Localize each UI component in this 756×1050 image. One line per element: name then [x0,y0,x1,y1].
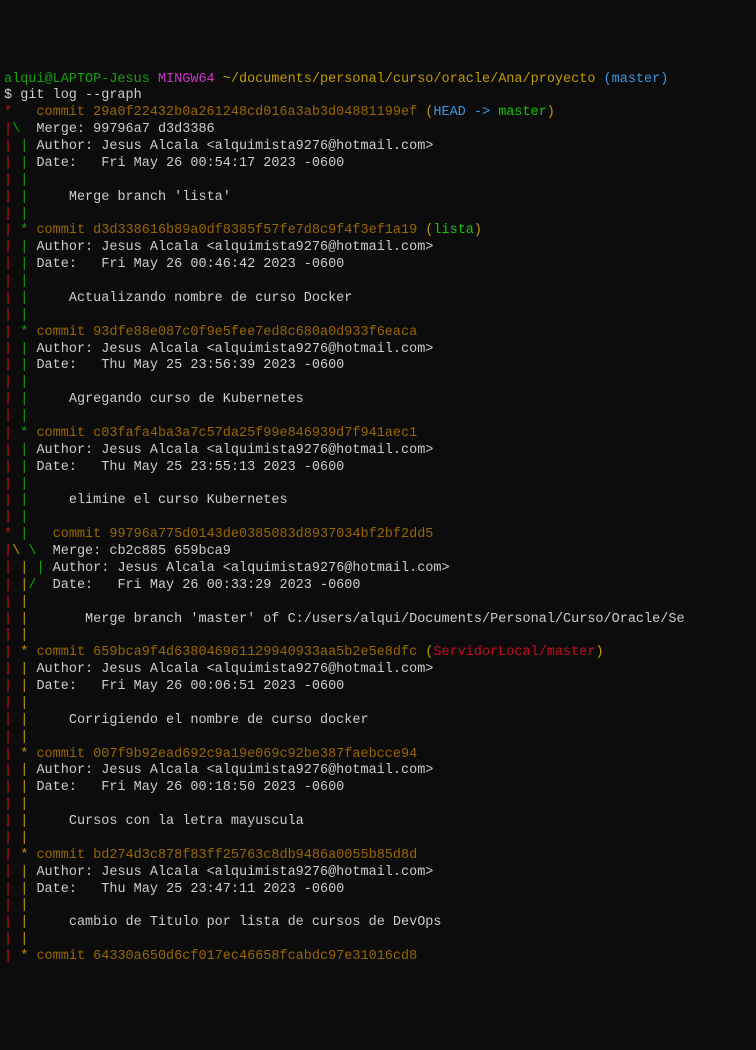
author-line: | | Author: Jesus Alcala <alquimista9276… [4,342,752,359]
blank-line: | | [4,409,752,426]
date-line: | | Date: Fri May 26 00:06:51 2023 -0600 [4,679,752,696]
commit-line: | * commit 64330a650d6cf017ec46658fcabdc… [4,949,752,966]
message-line: | | Merge branch 'lista' [4,190,752,207]
merge-line: |\ \ Merge: cb2c885 659bca9 [4,544,752,561]
author-line: | | Author: Jesus Alcala <alquimista9276… [4,240,752,257]
date-line: | | Date: Fri May 26 00:18:50 2023 -0600 [4,780,752,797]
message-line: | | cambio de Titulo por lista de cursos… [4,915,752,932]
date-line: | | Date: Thu May 25 23:47:11 2023 -0600 [4,882,752,899]
author-line: | | Author: Jesus Alcala <alquimista9276… [4,763,752,780]
author-line: | | Author: Jesus Alcala <alquimista9276… [4,139,752,156]
author-line: | | Author: Jesus Alcala <alquimista9276… [4,865,752,882]
blank-line: | | [4,932,752,949]
commit-line: | * commit 659bca9f4d638046961129940933a… [4,645,752,662]
blank-line: | | [4,898,752,915]
message-line: | | Cursos con la letra mayuscula [4,814,752,831]
terminal-output[interactable]: alqui@LAPTOP-Jesus MINGW64 ~/documents/p… [4,72,752,966]
prompt-line: alqui@LAPTOP-Jesus MINGW64 ~/documents/p… [4,72,752,89]
author-line: | | | Author: Jesus Alcala <alquimista92… [4,561,752,578]
author-line: | | Author: Jesus Alcala <alquimista9276… [4,443,752,460]
blank-line: | | [4,831,752,848]
command-line: $ git log --graph [4,88,752,105]
blank-line: | | [4,274,752,291]
message-line: | | Corrigiendo el nombre de curso docke… [4,713,752,730]
blank-line: | | [4,730,752,747]
blank-line: | | [4,308,752,325]
commit-line: | * commit 93dfe88e087c0f9e5fee7ed8c680a… [4,325,752,342]
blank-line: | | [4,375,752,392]
date-line: | | Date: Thu May 25 23:56:39 2023 -0600 [4,358,752,375]
author-line: | | Author: Jesus Alcala <alquimista9276… [4,662,752,679]
blank-line: | | [4,797,752,814]
blank-line: | | [4,207,752,224]
blank-line: | | [4,696,752,713]
message-line: | | Agregando curso de Kubernetes [4,392,752,409]
blank-line: | | [4,595,752,612]
date-line: | |/ Date: Fri May 26 00:33:29 2023 -060… [4,578,752,595]
date-line: | | Date: Thu May 25 23:55:13 2023 -0600 [4,460,752,477]
commit-line: * | commit 99796a775d0143de0385083d89370… [4,527,752,544]
commit-line: * commit 29a0f22432b0a261248cd016a3ab3d0… [4,105,752,122]
commit-line: | * commit d3d338616b89a0df8385f57fe7d8c… [4,223,752,240]
blank-line: | | [4,173,752,190]
date-line: | | Date: Fri May 26 00:46:42 2023 -0600 [4,257,752,274]
blank-line: | | [4,628,752,645]
message-line: | | elimine el curso Kubernetes [4,493,752,510]
commit-line: | * commit 007f9b92ead692c9a19e069c92be3… [4,747,752,764]
message-line: | | Actualizando nombre de curso Docker [4,291,752,308]
blank-line: | | [4,477,752,494]
merge-line: |\ Merge: 99796a7 d3d3386 [4,122,752,139]
commit-line: | * commit bd274d3c878f83ff25763c8db9486… [4,848,752,865]
blank-line: | | [4,510,752,527]
date-line: | | Date: Fri May 26 00:54:17 2023 -0600 [4,156,752,173]
commit-line: | * commit c03fafa4ba3a7c57da25f99e84693… [4,426,752,443]
message-line: | | Merge branch 'master' of C:/users/al… [4,612,752,629]
